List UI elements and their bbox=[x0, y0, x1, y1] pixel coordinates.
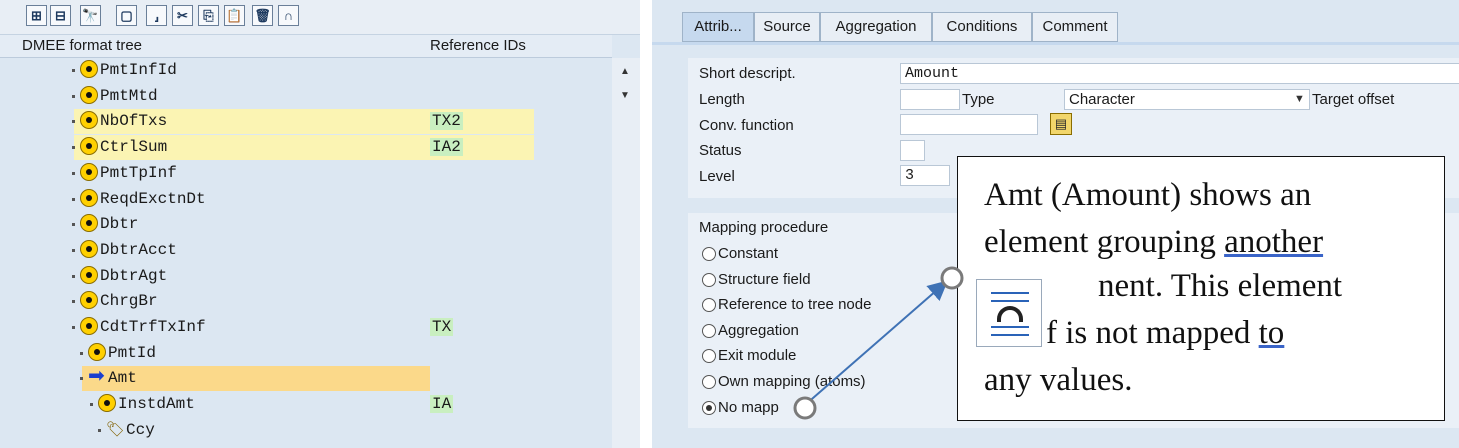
connector-overlay bbox=[793, 266, 964, 420]
connector-handle-end[interactable] bbox=[940, 266, 964, 290]
connector-handle-start[interactable] bbox=[793, 396, 817, 420]
connector-line bbox=[804, 280, 949, 406]
